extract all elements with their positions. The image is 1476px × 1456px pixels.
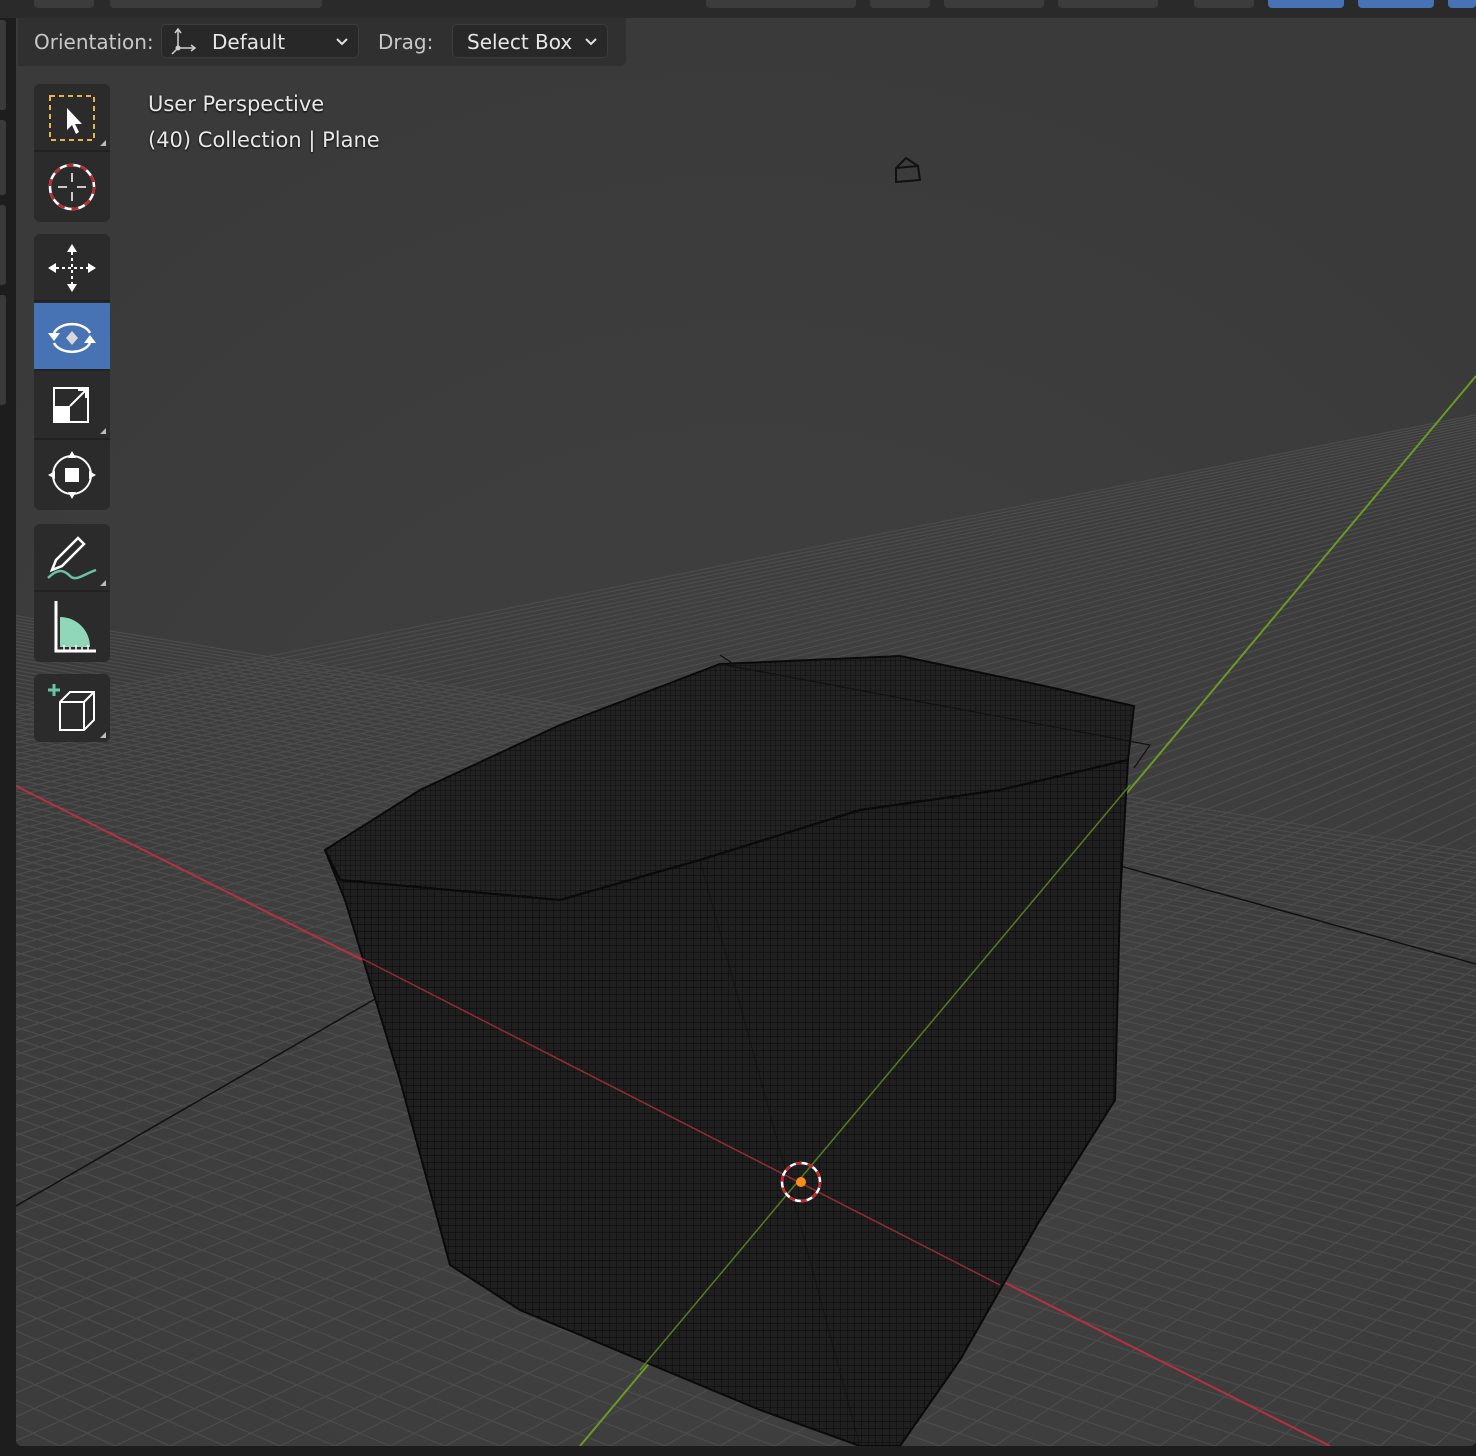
move-icon [48, 244, 96, 292]
toolbar-group-add [34, 674, 110, 742]
origin-point [796, 1177, 806, 1187]
tool-corner-indicator [100, 140, 106, 146]
toolbar-group-annotate [34, 524, 110, 662]
scale-tool[interactable] [34, 372, 110, 440]
toolbar-group-select [34, 84, 110, 222]
header-button[interactable] [34, 0, 94, 8]
tool-corner-indicator [100, 428, 106, 434]
add-cube-icon [48, 684, 95, 731]
header-strip [0, 0, 1476, 18]
orientation-icon [171, 27, 197, 55]
left-edge-strip [0, 0, 16, 1456]
annotate-tool[interactable] [34, 524, 110, 592]
chevron-down-icon [336, 38, 348, 46]
drag-dropdown[interactable]: Select Box [452, 24, 608, 58]
rotate-icon [48, 322, 96, 354]
toolbar-group-transform [34, 234, 110, 510]
tool-settings-bar: Orientation: Default Drag: Select Box [18, 18, 626, 66]
drag-value: Select Box [467, 30, 573, 54]
edge-tab[interactable] [0, 20, 6, 110]
tool-corner-indicator [100, 580, 106, 586]
select-box-icon [49, 95, 95, 141]
edge-tab[interactable] [0, 295, 6, 405]
measure-tool[interactable] [34, 593, 110, 661]
orientation-dropdown[interactable]: Default [161, 24, 359, 58]
header-button[interactable] [1448, 0, 1476, 8]
transform-tool[interactable] [34, 441, 110, 509]
annotate-icon [47, 536, 97, 580]
orientation-label: Orientation: [34, 30, 154, 54]
transform-icon [48, 451, 96, 499]
3d-viewport[interactable] [16, 0, 1476, 1446]
select-box-tool[interactable] [34, 84, 110, 152]
chevron-down-icon [585, 38, 597, 46]
orientation-value: Default [212, 30, 286, 54]
rotate-tool[interactable] [34, 303, 110, 371]
add-cube-tool[interactable] [34, 674, 110, 742]
edge-tab[interactable] [0, 205, 6, 285]
header-button[interactable] [1194, 0, 1254, 8]
move-tool[interactable] [34, 234, 110, 302]
measure-icon [54, 601, 96, 653]
drag-label: Drag: [378, 30, 434, 54]
scale-icon [53, 387, 89, 423]
header-button[interactable] [1268, 0, 1344, 8]
header-button[interactable] [1058, 0, 1158, 8]
header-button[interactable] [944, 0, 1044, 8]
header-button[interactable] [706, 0, 856, 8]
viewport-scene[interactable] [16, 0, 1476, 1446]
cursor-icon [48, 163, 96, 211]
cursor-tool[interactable] [34, 153, 110, 221]
tool-corner-indicator [100, 732, 106, 738]
object-info-text: (40) Collection | Plane [148, 128, 380, 152]
header-button[interactable] [1358, 0, 1434, 8]
viewport-info-overlay: User Perspective (40) Collection | Plane [148, 86, 380, 158]
view-name-text: User Perspective [148, 92, 325, 116]
header-button[interactable] [110, 0, 322, 8]
header-button[interactable] [870, 0, 930, 8]
edge-tab[interactable] [0, 120, 6, 195]
